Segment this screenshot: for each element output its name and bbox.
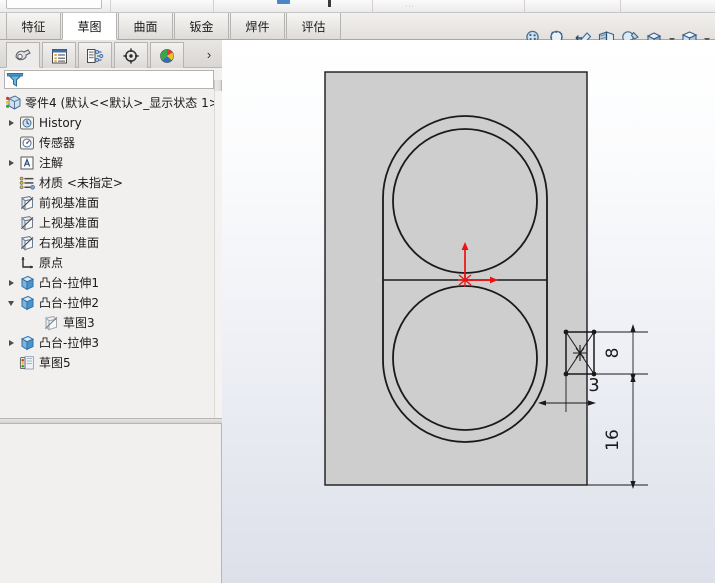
tree-item-label: 零件4 (默认<<默认>_显示状态 1>) — [25, 96, 214, 110]
active-sketch-icon — [18, 354, 36, 372]
tree-item-label: 原点 — [39, 256, 64, 270]
tree-item-label: 注解 — [39, 156, 64, 170]
boss-extrude-icon — [18, 334, 36, 352]
tree-item-label: 前视基准面 — [39, 196, 100, 210]
tree-item-label: 上视基准面 — [39, 216, 100, 230]
toolbar-dark-icon[interactable] — [328, 0, 331, 7]
ribbon-tab-weldments[interactable]: 焊件 — [230, 13, 285, 40]
feature-tree: 零件4 (默认<<默认>_显示状态 1>) History 传感器 注解 材质 … — [0, 91, 214, 418]
sensors-icon — [18, 134, 36, 152]
part-icon — [4, 94, 22, 112]
tree-item-label: 草图5 — [39, 356, 71, 370]
solidworks-window: ··· 特征 草图 曲面 钣金 焊件 评估 › 零件4 (默认<<默认>_显示状… — [0, 0, 715, 583]
dimension-16-text: 16 — [603, 429, 623, 451]
boss-extrude-icon — [18, 294, 36, 312]
expand-arrow-icon[interactable] — [4, 113, 18, 133]
sketch-suppressed-icon — [42, 314, 60, 332]
tree-item-history[interactable]: History — [0, 113, 214, 133]
tree-item-label: History — [39, 116, 82, 130]
lower-panel — [0, 424, 222, 583]
feature-manager-panel: › 零件4 (默认<<默认>_显示状态 1>) History 传感器 注解 材… — [0, 40, 222, 583]
ribbon-tab-sheetmetal[interactable]: 钣金 — [174, 13, 229, 40]
tree-scrollbar[interactable] — [214, 91, 222, 418]
tree-item-label: 凸台-拉伸3 — [39, 336, 99, 350]
tab-display-manager[interactable] — [150, 42, 184, 68]
tree-item-label: 传感器 — [39, 136, 76, 150]
tree-item-label: 凸台-拉伸2 — [39, 296, 99, 310]
tree-item-label: 右视基准面 — [39, 236, 100, 250]
boss-extrude-icon — [18, 274, 36, 292]
collapse-arrow-icon[interactable] — [4, 293, 18, 313]
tab-feature-manager-tree[interactable] — [6, 42, 40, 68]
expand-arrow-icon[interactable] — [4, 273, 18, 293]
tree-item-sensors[interactable]: 传感器 — [0, 133, 214, 153]
annotations-icon — [18, 154, 36, 172]
tree-item-annotations[interactable]: 注解 — [0, 153, 214, 173]
expand-arrow-icon[interactable] — [4, 333, 18, 353]
tree-item-sketch5[interactable]: 草图5 — [0, 353, 214, 373]
material-icon — [18, 174, 36, 192]
tab-configuration-manager[interactable] — [78, 42, 112, 68]
plane-icon — [18, 214, 36, 232]
tree-item-label: 材质 <未指定> — [39, 176, 123, 190]
tree-item-top-plane[interactable]: 上视基准面 — [0, 213, 214, 233]
plane-icon — [18, 234, 36, 252]
ribbon-tab-surfaces[interactable]: 曲面 — [118, 13, 173, 40]
tree-item-part-root[interactable]: 零件4 (默认<<默认>_显示状态 1>) — [0, 93, 214, 113]
ribbon-tab-bar: 特征 草图 曲面 钣金 焊件 评估 — [0, 13, 715, 49]
tree-item-right-plane[interactable]: 右视基准面 — [0, 233, 214, 253]
tree-item-origin[interactable]: 原点 — [0, 253, 214, 273]
tree-item-material[interactable]: 材质 <未指定> — [0, 173, 214, 193]
panel-expand-icon[interactable]: › — [200, 44, 218, 64]
tree-item-boss-extrude-2[interactable]: 凸台-拉伸2 — [0, 293, 214, 313]
tree-filter-bar[interactable] — [4, 70, 214, 89]
filter-icon — [6, 73, 24, 87]
ribbon-tab-features[interactable]: 特征 — [6, 13, 61, 40]
tab-dimxpert-manager[interactable] — [114, 42, 148, 68]
dimension-3-text: 3 — [588, 375, 599, 396]
tree-item-label: 凸台-拉伸1 — [39, 276, 99, 290]
dimension-8-text: 8 — [603, 348, 623, 359]
toolbar-combo-box[interactable] — [6, 0, 102, 9]
toolbar-blue-icon[interactable] — [277, 0, 290, 4]
tree-item-label: 草图3 — [63, 316, 95, 330]
tree-item-boss-extrude-3[interactable]: 凸台-拉伸3 — [0, 333, 214, 353]
ribbon-tab-evaluate[interactable]: 评估 — [286, 13, 341, 40]
plane-icon — [18, 194, 36, 212]
tree-item-sketch3[interactable]: 草图3 — [0, 313, 214, 333]
top-toolbar-strip: ··· — [0, 0, 715, 13]
history-icon — [18, 114, 36, 132]
expand-arrow-icon[interactable] — [4, 153, 18, 173]
part-drawing: 8 3 16 — [324, 71, 648, 489]
feature-manager-tab-bar: › — [0, 40, 222, 68]
graphics-area[interactable]: 软件自学网 WWW.RJZXW.COM — [222, 40, 715, 583]
tree-filter-input[interactable] — [25, 72, 205, 87]
tree-item-boss-extrude-1[interactable]: 凸台-拉伸1 — [0, 273, 214, 293]
tree-item-front-plane[interactable]: 前视基准面 — [0, 193, 214, 213]
ribbon-tab-sketch[interactable]: 草图 — [62, 13, 117, 40]
tab-property-manager[interactable] — [42, 42, 76, 68]
dimension-8[interactable]: 8 — [594, 324, 648, 382]
origin-icon — [18, 254, 36, 272]
